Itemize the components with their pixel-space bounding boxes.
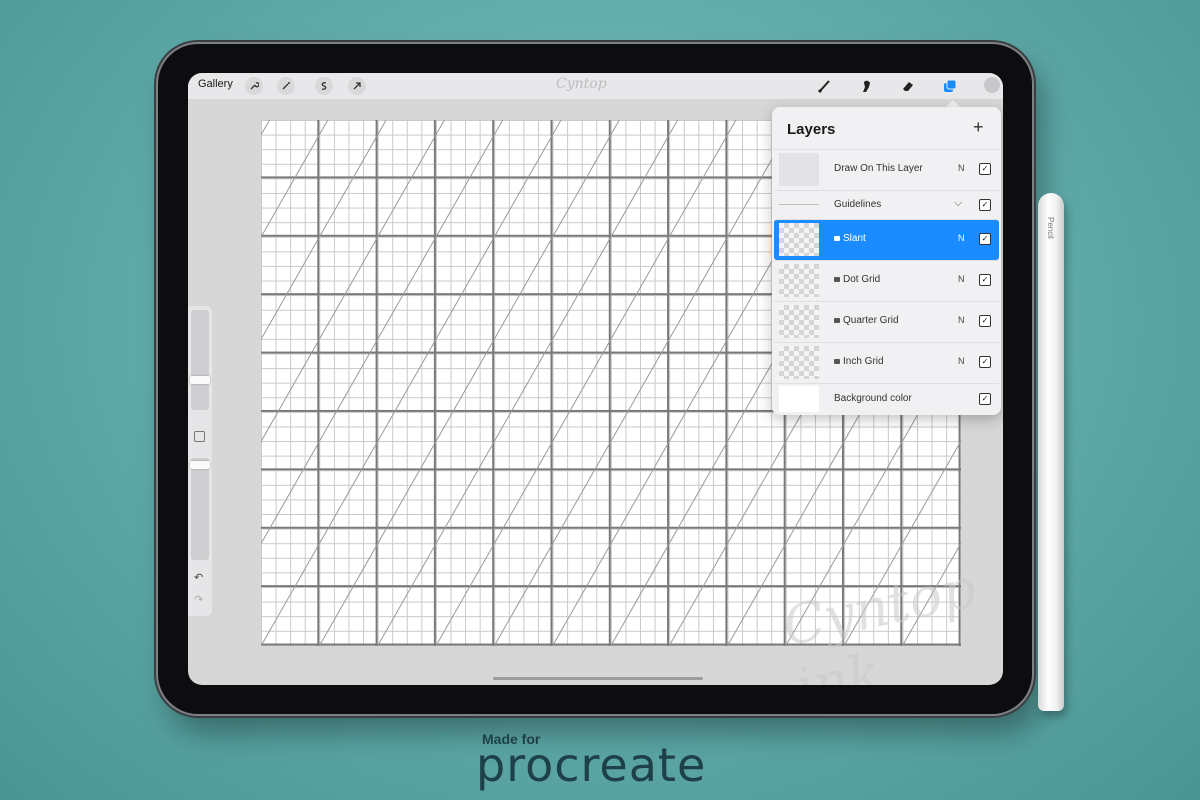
layer-thumbnail: [779, 153, 819, 186]
chevron-down-icon[interactable]: ⌵: [954, 197, 962, 210]
group-divider: [779, 204, 819, 205]
brush-size-knob[interactable]: [190, 376, 210, 384]
opacity-knob[interactable]: [190, 461, 210, 469]
modify-square-button[interactable]: [194, 431, 205, 442]
brush-icon[interactable]: [815, 76, 835, 96]
wrench-icon[interactable]: [245, 77, 263, 95]
slant-line: [318, 120, 620, 646]
layer-row[interactable]: Draw On This Layer N ✓: [774, 149, 999, 190]
layer-thumbnail: [779, 264, 819, 297]
visibility-checkbox[interactable]: ✓: [979, 274, 991, 286]
visibility-checkbox[interactable]: ✓: [979, 393, 991, 405]
brush-size-slider[interactable]: [191, 310, 209, 410]
visibility-checkbox[interactable]: ✓: [979, 356, 991, 368]
smudge-icon[interactable]: [857, 76, 877, 96]
layer-thumbnail: [779, 223, 819, 256]
blend-mode-button[interactable]: N: [958, 163, 965, 173]
layer-thumbnail: [779, 305, 819, 338]
slant-line: [435, 120, 737, 646]
opacity-slider[interactable]: [191, 458, 209, 560]
group-name: Guidelines: [834, 199, 882, 210]
magic-wand-icon[interactable]: [277, 77, 295, 95]
layer-name: Dot Grid: [834, 274, 880, 285]
visibility-checkbox[interactable]: ✓: [979, 163, 991, 175]
slant-line: [261, 120, 387, 341]
layers-panel: Layers + Draw On This Layer N ✓ Guidelin…: [772, 107, 1001, 415]
layer-group-row[interactable]: Guidelines ⌵ ✓: [774, 190, 999, 219]
gallery-button[interactable]: Gallery: [198, 78, 233, 90]
apple-pencil: Pencil: [1038, 193, 1064, 711]
redo-icon[interactable]: ↷: [194, 593, 203, 606]
transform-arrow-icon[interactable]: [348, 77, 366, 95]
top-toolbar: Gallery Cyntop: [188, 73, 1003, 99]
ipad-frame: Gallery Cyntop Cyntop ink ↶ ↷ Layers + D…: [158, 44, 1032, 714]
blend-mode-button[interactable]: N: [958, 233, 965, 243]
selection-icon[interactable]: [315, 77, 333, 95]
visibility-checkbox[interactable]: ✓: [979, 199, 991, 211]
layer-row[interactable]: Inch Grid N ✓: [774, 342, 999, 383]
background-swatch[interactable]: [779, 386, 819, 412]
lock-icon: [834, 318, 840, 323]
slant-line: [261, 120, 504, 545]
pencil-label: Pencil: [1046, 217, 1055, 239]
layers-icon[interactable]: [940, 76, 960, 96]
layer-name: Quarter Grid: [834, 315, 899, 326]
layer-name: Slant: [834, 233, 866, 244]
layers-title: Layers: [787, 121, 836, 138]
layer-name: Background color: [834, 393, 912, 404]
layer-row[interactable]: Dot Grid N ✓: [774, 260, 999, 301]
background-color-row[interactable]: Background color ✓: [774, 383, 999, 414]
slant-line: [261, 120, 562, 646]
left-sidebar: ↶ ↷: [188, 306, 212, 616]
layer-row-selected[interactable]: Slant N ✓: [774, 219, 999, 260]
slant-line: [377, 120, 679, 646]
color-picker-button[interactable]: [984, 77, 1000, 93]
add-layer-button[interactable]: +: [973, 117, 984, 138]
procreate-logo: procreate: [476, 738, 707, 792]
blend-mode-button[interactable]: N: [958, 315, 965, 325]
layer-thumbnail: [779, 346, 819, 379]
lock-icon: [834, 359, 840, 364]
top-watermark: Cyntop: [556, 76, 607, 92]
home-indicator: [493, 677, 703, 680]
lock-icon: [834, 277, 840, 282]
slant-line: [493, 120, 795, 646]
visibility-checkbox[interactable]: ✓: [979, 315, 991, 327]
blend-mode-button[interactable]: N: [958, 356, 965, 366]
undo-icon[interactable]: ↶: [194, 571, 203, 584]
blend-mode-button[interactable]: N: [958, 274, 965, 284]
layer-name: Inch Grid: [834, 356, 884, 367]
lock-icon: [834, 236, 840, 241]
visibility-checkbox[interactable]: ✓: [979, 233, 991, 245]
procreate-screen: Gallery Cyntop Cyntop ink ↶ ↷ Layers + D…: [188, 73, 1003, 685]
layer-name: Draw On This Layer: [834, 163, 923, 174]
slant-line: [261, 120, 270, 136]
eraser-icon[interactable]: [898, 76, 918, 96]
layer-row[interactable]: Quarter Grid N ✓: [774, 301, 999, 342]
